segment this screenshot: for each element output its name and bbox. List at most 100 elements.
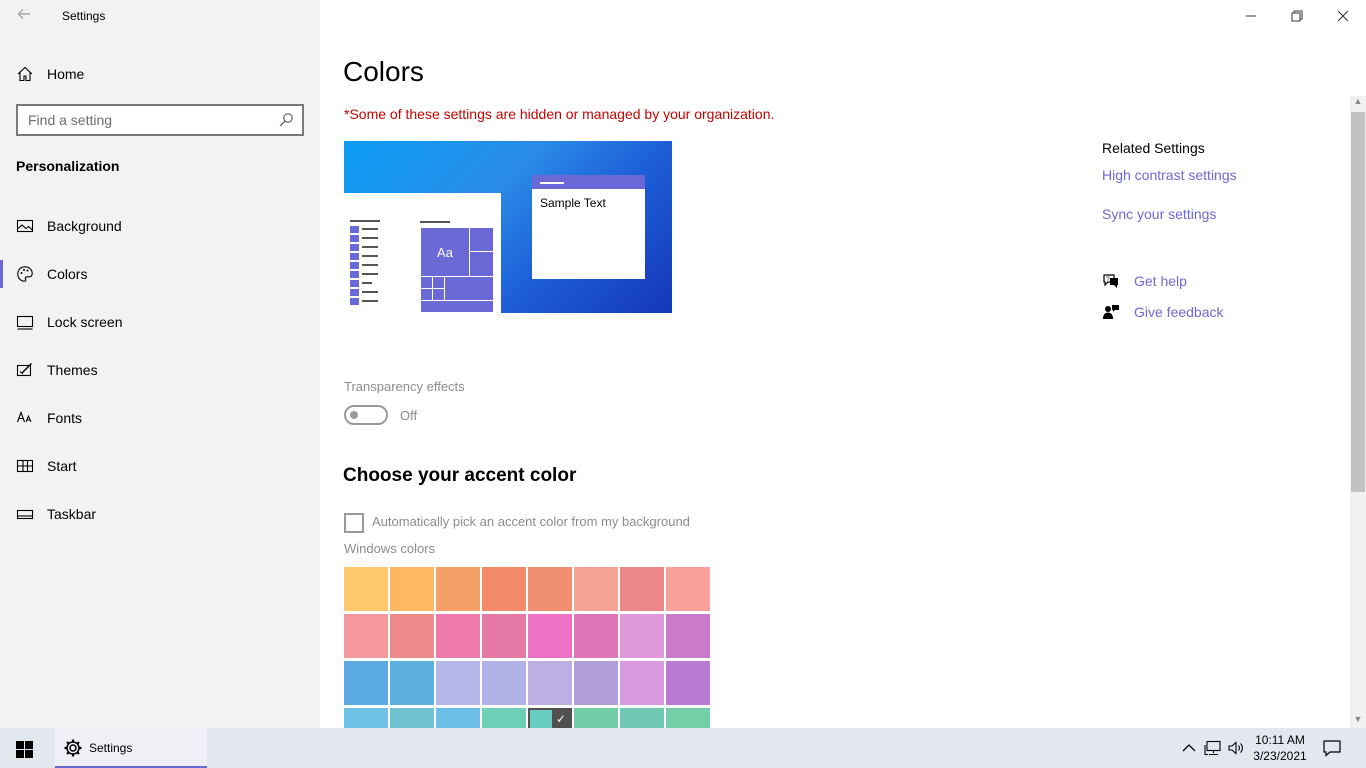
chevron-up-icon[interactable] (1180, 739, 1198, 757)
close-button[interactable] (1320, 0, 1366, 32)
minimize-icon (1246, 15, 1256, 17)
preview-tile (469, 227, 494, 252)
preview-list-marker (350, 226, 359, 233)
sidebar-item-home[interactable]: Home (0, 58, 320, 90)
taskbar-app-label: Settings (89, 741, 133, 755)
accent-color-swatch[interactable] (666, 614, 710, 658)
sidebar-item-label: Colors (47, 266, 88, 282)
accent-color-swatch[interactable] (528, 567, 572, 611)
scrollbar[interactable]: ▲ ▼ (1350, 96, 1366, 728)
high-contrast-link[interactable]: High contrast settings (1102, 167, 1237, 183)
restore-button[interactable] (1274, 0, 1320, 32)
accent-color-swatch[interactable] (482, 661, 526, 705)
windows-logo-icon (16, 741, 33, 758)
search-input[interactable] (18, 106, 268, 134)
taskbar-icon (16, 509, 34, 520)
scroll-down-arrow-icon[interactable]: ▼ (1353, 714, 1363, 726)
get-help-link[interactable]: Get help (1134, 273, 1187, 289)
preview-list-line (362, 291, 378, 293)
accent-color-swatch[interactable] (574, 708, 618, 728)
network-icon[interactable] (1204, 739, 1222, 757)
auto-accent-checkbox[interactable] (344, 513, 364, 533)
accent-color-swatch[interactable] (482, 567, 526, 611)
preview-list-marker (350, 235, 359, 242)
transparency-toggle[interactable] (344, 405, 388, 425)
accent-color-swatch[interactable] (482, 614, 526, 658)
taskbar: Settings 10:11 AM 3/23/2021 (0, 728, 1366, 768)
accent-color-swatch[interactable] (344, 661, 388, 705)
accent-color-swatch[interactable] (436, 567, 480, 611)
accent-color-swatch[interactable] (436, 614, 480, 658)
preview-list-marker (350, 271, 359, 278)
preview-list-marker (350, 289, 359, 296)
preview-sample-titlebar-line (540, 182, 564, 184)
accent-color-swatch[interactable]: ✓ (528, 708, 572, 728)
minimize-button[interactable] (1228, 0, 1274, 32)
accent-color-swatch[interactable] (574, 567, 618, 611)
transparency-label: Transparency effects (344, 379, 465, 394)
accent-color-swatch[interactable] (620, 614, 664, 658)
sidebar-item-start[interactable]: Start (0, 448, 320, 496)
accent-color-swatch[interactable] (666, 567, 710, 611)
notification-center-icon[interactable] (1322, 738, 1342, 758)
sidebar-item-background[interactable]: Background (0, 208, 320, 256)
taskbar-clock[interactable]: 10:11 AM 3/23/2021 (1248, 732, 1312, 764)
preview-sample-titlebar (532, 175, 645, 189)
accent-color-swatch[interactable] (620, 708, 664, 728)
scroll-thumb[interactable] (1351, 112, 1365, 492)
sidebar-item-label: Lock screen (47, 314, 123, 330)
accent-color-swatch[interactable] (482, 708, 526, 728)
search-icon[interactable] (278, 112, 294, 128)
accent-color-swatch[interactable] (390, 567, 434, 611)
sidebar-item-themes[interactable]: Themes (0, 352, 320, 400)
sidebar-item-fonts[interactable]: Fonts (0, 400, 320, 448)
start-button[interactable] (0, 728, 48, 768)
accent-color-swatch[interactable] (666, 708, 710, 728)
accent-color-swatch[interactable] (390, 661, 434, 705)
give-feedback-link[interactable]: Give feedback (1134, 304, 1224, 320)
preview-list-marker (350, 280, 359, 287)
section-header: Personalization (16, 158, 120, 174)
preview-list-line (362, 237, 378, 239)
accent-color-swatch[interactable] (528, 614, 572, 658)
accent-color-swatch[interactable] (344, 708, 388, 728)
volume-icon[interactable] (1227, 739, 1245, 757)
lock-screen-icon (16, 315, 34, 330)
scroll-up-arrow-icon[interactable]: ▲ (1353, 96, 1363, 108)
sidebar-item-colors[interactable]: Colors (0, 256, 320, 304)
search-box[interactable] (16, 104, 304, 136)
accent-color-swatch[interactable] (620, 661, 664, 705)
preview-list-marker (350, 262, 359, 269)
accent-color-swatch[interactable] (666, 661, 710, 705)
accent-color-swatch[interactable] (436, 661, 480, 705)
auto-accent-label: Automatically pick an accent color from … (372, 514, 690, 529)
accent-color-swatch[interactable] (390, 708, 434, 728)
sidebar-item-taskbar[interactable]: Taskbar (0, 496, 320, 544)
title-bar-left: Settings (0, 0, 320, 32)
taskbar-settings-app[interactable]: Settings (55, 728, 207, 768)
sidebar-nav: Background Colors Lock screen Themes Fon… (0, 208, 320, 544)
preview-list-line (362, 264, 378, 266)
sidebar-item-label: Taskbar (47, 506, 97, 522)
clock-time: 10:11 AM (1255, 733, 1305, 747)
accent-color-swatch[interactable] (344, 614, 388, 658)
accent-color-swatch[interactable] (574, 661, 618, 705)
accent-color-swatch[interactable] (344, 567, 388, 611)
sidebar-item-label: Background (47, 218, 122, 234)
sidebar-item-lock-screen[interactable]: Lock screen (0, 304, 320, 352)
give-feedback-item[interactable]: Give feedback (1102, 303, 1302, 323)
sync-settings-link[interactable]: Sync your settings (1102, 206, 1216, 222)
accent-color-swatch[interactable] (574, 614, 618, 658)
preview-tile (469, 251, 494, 277)
accent-color-swatch[interactable] (528, 661, 572, 705)
back-button[interactable] (12, 6, 36, 26)
preview-list-marker (350, 244, 359, 251)
accent-color-swatch[interactable] (436, 708, 480, 728)
preview-tile-heading (420, 221, 450, 223)
get-help-item[interactable]: ? Get help (1102, 272, 1302, 292)
preview-list-line (362, 300, 378, 302)
accent-color-swatch[interactable] (390, 614, 434, 658)
palette-icon (17, 266, 33, 282)
accent-color-swatch[interactable] (620, 567, 664, 611)
preview-list-heading (350, 220, 380, 222)
